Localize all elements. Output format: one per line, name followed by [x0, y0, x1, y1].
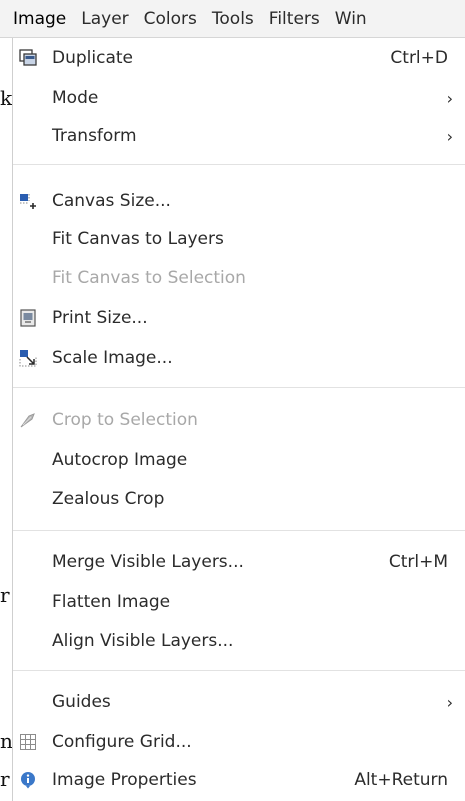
duplicate-icon — [19, 49, 37, 66]
menubar-layer[interactable]: Layer — [81, 9, 137, 29]
menu-item-transform[interactable]: Transform › — [13, 118, 465, 154]
menu-item-label: Guides — [52, 692, 111, 712]
shortcut-label: Ctrl+D — [390, 48, 448, 68]
menu-item-duplicate[interactable]: Duplicate Ctrl+D — [13, 40, 465, 76]
menu-item-label: Transform — [52, 126, 137, 146]
menu-item-fit-canvas-to-layers[interactable]: Fit Canvas to Layers — [13, 221, 465, 257]
grid-icon — [20, 734, 36, 750]
menu-item-autocrop-image[interactable]: Autocrop Image — [13, 442, 465, 478]
shortcut-label: Alt+Return — [354, 770, 448, 790]
image-menu: Duplicate Ctrl+D Mode › Transform › Canv… — [12, 38, 465, 801]
menu-item-crop-to-selection[interactable]: Crop to Selection — [13, 402, 465, 438]
print-size-icon — [20, 309, 36, 327]
menubar: Image Layer Colors Tools Filters Win — [0, 0, 465, 38]
menu-item-label: Duplicate — [52, 48, 133, 68]
menu-separator — [13, 670, 465, 671]
background-text-fragment: k — [0, 86, 12, 110]
menu-item-image-properties[interactable]: Image Properties Alt+Return — [13, 762, 465, 798]
menu-item-label: Autocrop Image — [52, 450, 188, 470]
menu-item-canvas-size[interactable]: Canvas Size... — [13, 183, 465, 219]
menu-item-align-visible-layers[interactable]: Align Visible Layers... — [13, 623, 465, 659]
shortcut-label: Ctrl+M — [388, 552, 448, 572]
submenu-arrow-icon: › — [446, 88, 453, 108]
submenu-arrow-icon: › — [446, 126, 453, 146]
crop-knife-icon — [20, 413, 35, 428]
scale-image-icon — [19, 350, 37, 367]
menu-item-label: Print Size... — [52, 308, 148, 328]
menu-item-label: Crop to Selection — [52, 410, 198, 430]
menu-item-label: Fit Canvas to Layers — [52, 229, 224, 249]
menu-separator — [13, 530, 465, 531]
menu-separator — [13, 387, 465, 388]
menu-item-label: Merge Visible Layers... — [52, 552, 244, 572]
menubar-tools[interactable]: Tools — [212, 9, 263, 29]
menu-item-label: Scale Image... — [52, 348, 173, 368]
menu-item-label: Fit Canvas to Selection — [52, 268, 246, 288]
menu-item-configure-grid[interactable]: Configure Grid... — [13, 724, 465, 760]
submenu-arrow-icon: › — [446, 692, 453, 712]
menubar-filters[interactable]: Filters — [269, 9, 329, 29]
menubar-image[interactable]: Image — [13, 9, 75, 29]
menu-item-fit-canvas-to-selection[interactable]: Fit Canvas to Selection — [13, 260, 465, 296]
menubar-colors[interactable]: Colors — [144, 9, 206, 29]
menu-item-zealous-crop[interactable]: Zealous Crop — [13, 481, 465, 517]
menu-separator — [13, 164, 465, 165]
menu-item-guides[interactable]: Guides › — [13, 684, 465, 720]
menu-item-scale-image[interactable]: Scale Image... — [13, 340, 465, 376]
menu-item-label: Align Visible Layers... — [52, 631, 234, 651]
menu-item-label: Image Properties — [52, 770, 197, 790]
menubar-windows[interactable]: Win — [335, 9, 376, 29]
menu-item-print-size[interactable]: Print Size... — [13, 300, 465, 336]
menu-item-label: Configure Grid... — [52, 732, 192, 752]
menu-item-flatten-image[interactable]: Flatten Image — [13, 584, 465, 620]
menu-item-mode[interactable]: Mode › — [13, 80, 465, 116]
background-text-fragment: r — [0, 767, 10, 791]
menu-item-label: Zealous Crop — [52, 489, 165, 509]
canvas-size-icon — [20, 194, 36, 209]
info-icon — [21, 772, 35, 789]
menu-item-label: Mode — [52, 88, 99, 108]
menu-item-label: Flatten Image — [52, 592, 171, 612]
background-text-fragment: n — [0, 729, 12, 753]
menu-item-merge-visible-layers[interactable]: Merge Visible Layers... Ctrl+M — [13, 544, 465, 580]
background-text-fragment: r — [0, 583, 10, 607]
menu-item-label: Canvas Size... — [52, 191, 171, 211]
